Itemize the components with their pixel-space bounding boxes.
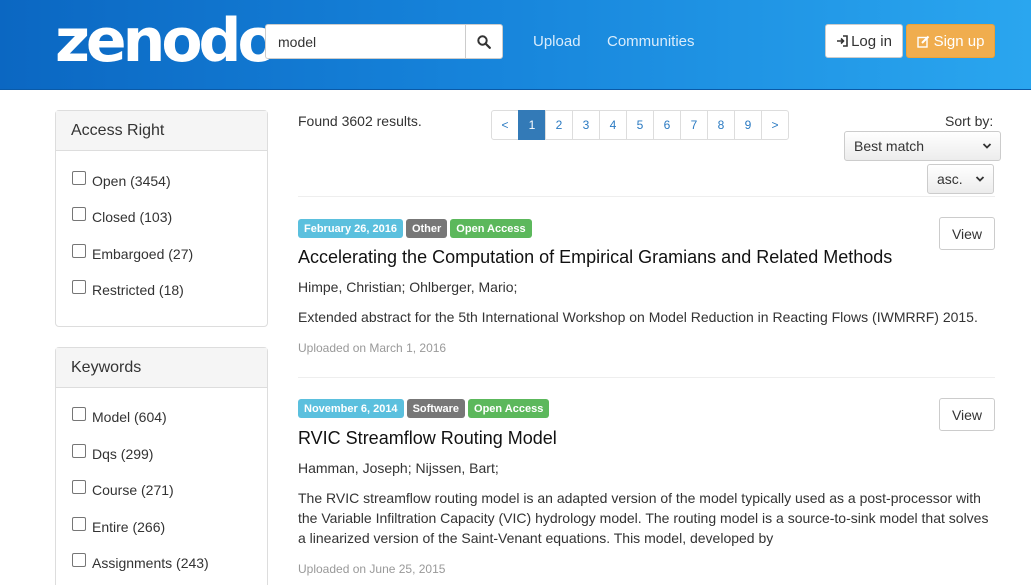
- facet-keyword-model[interactable]: Model (604): [72, 407, 167, 425]
- facet-checkbox[interactable]: [72, 244, 86, 258]
- page-1[interactable]: 1: [518, 110, 546, 140]
- sort-select[interactable]: Best match: [844, 131, 1001, 161]
- zenodo-logo[interactable]: zenodo: [55, 6, 279, 76]
- page-prev[interactable]: <: [491, 110, 519, 140]
- page-8[interactable]: 8: [707, 110, 735, 140]
- facet-checkbox[interactable]: [72, 444, 86, 458]
- page-next[interactable]: >: [761, 110, 789, 140]
- pagination: < 1 2 3 4 5 6 7 8 9 >: [491, 110, 789, 140]
- facet-checkbox[interactable]: [72, 407, 86, 421]
- divider: [298, 196, 995, 197]
- result-authors: Himpe, Christian; Ohlberger, Mario;: [298, 279, 518, 295]
- facet-checkbox[interactable]: [72, 480, 86, 494]
- sort-label: Sort by:: [945, 113, 994, 129]
- signup-label: Sign up: [933, 32, 985, 50]
- login-label: Log in: [851, 32, 892, 50]
- facet-keyword-course[interactable]: Course (271): [72, 480, 174, 498]
- top-navbar: zenodo Upload Communities Log in Sign up: [0, 0, 1031, 90]
- chevron-down-icon: [975, 176, 985, 182]
- type-badge: Software: [406, 399, 466, 418]
- result-upload-date: Uploaded on March 1, 2016: [298, 341, 447, 355]
- view-button[interactable]: View: [939, 217, 995, 250]
- result-description: Extended abstract for the 5th Internatio…: [298, 309, 978, 325]
- result-title[interactable]: RVIC Streamflow Routing Model: [298, 428, 557, 449]
- keywords-panel: Keywords Model (604) Dqs (299) Course (2…: [55, 347, 268, 585]
- page-7[interactable]: 7: [680, 110, 708, 140]
- date-badge: November 6, 2014: [298, 399, 404, 418]
- access-right-heading: Access Right: [56, 111, 267, 151]
- login-button[interactable]: Log in: [825, 24, 903, 58]
- page-9[interactable]: 9: [734, 110, 762, 140]
- edit-icon: [916, 35, 929, 48]
- search-bar: [265, 24, 503, 59]
- order-select[interactable]: asc.: [927, 164, 994, 194]
- date-badge: February 26, 2016: [298, 219, 403, 238]
- page-4[interactable]: 4: [599, 110, 627, 140]
- sort-selected: Best match: [854, 138, 925, 154]
- order-selected: asc.: [937, 171, 963, 187]
- facet-checkbox[interactable]: [72, 171, 86, 185]
- result-authors: Hamman, Joseph; Nijssen, Bart;: [298, 460, 499, 476]
- facet-embargoed[interactable]: Embargoed (27): [72, 244, 193, 262]
- type-badge: Other: [405, 219, 448, 238]
- access-right-panel: Access Right Open (3454) Closed (103) Em…: [55, 110, 268, 327]
- nav-upload-link[interactable]: Upload: [533, 33, 581, 50]
- nav-communities-link[interactable]: Communities: [607, 33, 695, 50]
- facet-restricted[interactable]: Restricted (18): [72, 280, 184, 298]
- facet-checkbox[interactable]: [72, 280, 86, 294]
- page-5[interactable]: 5: [626, 110, 654, 140]
- chevron-down-icon: [982, 143, 992, 149]
- search-button[interactable]: [465, 24, 503, 59]
- keywords-heading: Keywords: [56, 348, 267, 388]
- sign-in-icon: [837, 35, 848, 47]
- view-button[interactable]: View: [939, 398, 995, 431]
- facet-open[interactable]: Open (3454): [72, 171, 171, 189]
- result-description: The RVIC streamflow routing model is an …: [298, 490, 989, 546]
- facet-closed[interactable]: Closed (103): [72, 207, 172, 225]
- facet-checkbox[interactable]: [72, 517, 86, 531]
- page-2[interactable]: 2: [545, 110, 573, 140]
- facet-checkbox[interactable]: [72, 207, 86, 221]
- signup-button[interactable]: Sign up: [906, 24, 995, 58]
- result-badges: November 6, 2014 Software Open Access: [298, 399, 550, 418]
- result-badges: February 26, 2016 Other Open Access: [298, 219, 532, 238]
- facet-keyword-entire[interactable]: Entire (266): [72, 517, 165, 535]
- facet-keyword-assignments[interactable]: Assignments (243): [72, 553, 209, 571]
- access-badge: Open Access: [468, 399, 550, 418]
- divider: [298, 377, 995, 378]
- result-title[interactable]: Accelerating the Computation of Empirica…: [298, 247, 892, 268]
- search-input[interactable]: [265, 24, 465, 59]
- result-upload-date: Uploaded on June 25, 2015: [298, 562, 446, 576]
- facet-keyword-dqs[interactable]: Dqs (299): [72, 444, 153, 462]
- search-icon: [477, 34, 491, 49]
- results-count: Found 3602 results.: [298, 113, 422, 129]
- page-3[interactable]: 3: [572, 110, 600, 140]
- facet-checkbox[interactable]: [72, 553, 86, 567]
- access-badge: Open Access: [450, 219, 532, 238]
- page-6[interactable]: 6: [653, 110, 681, 140]
